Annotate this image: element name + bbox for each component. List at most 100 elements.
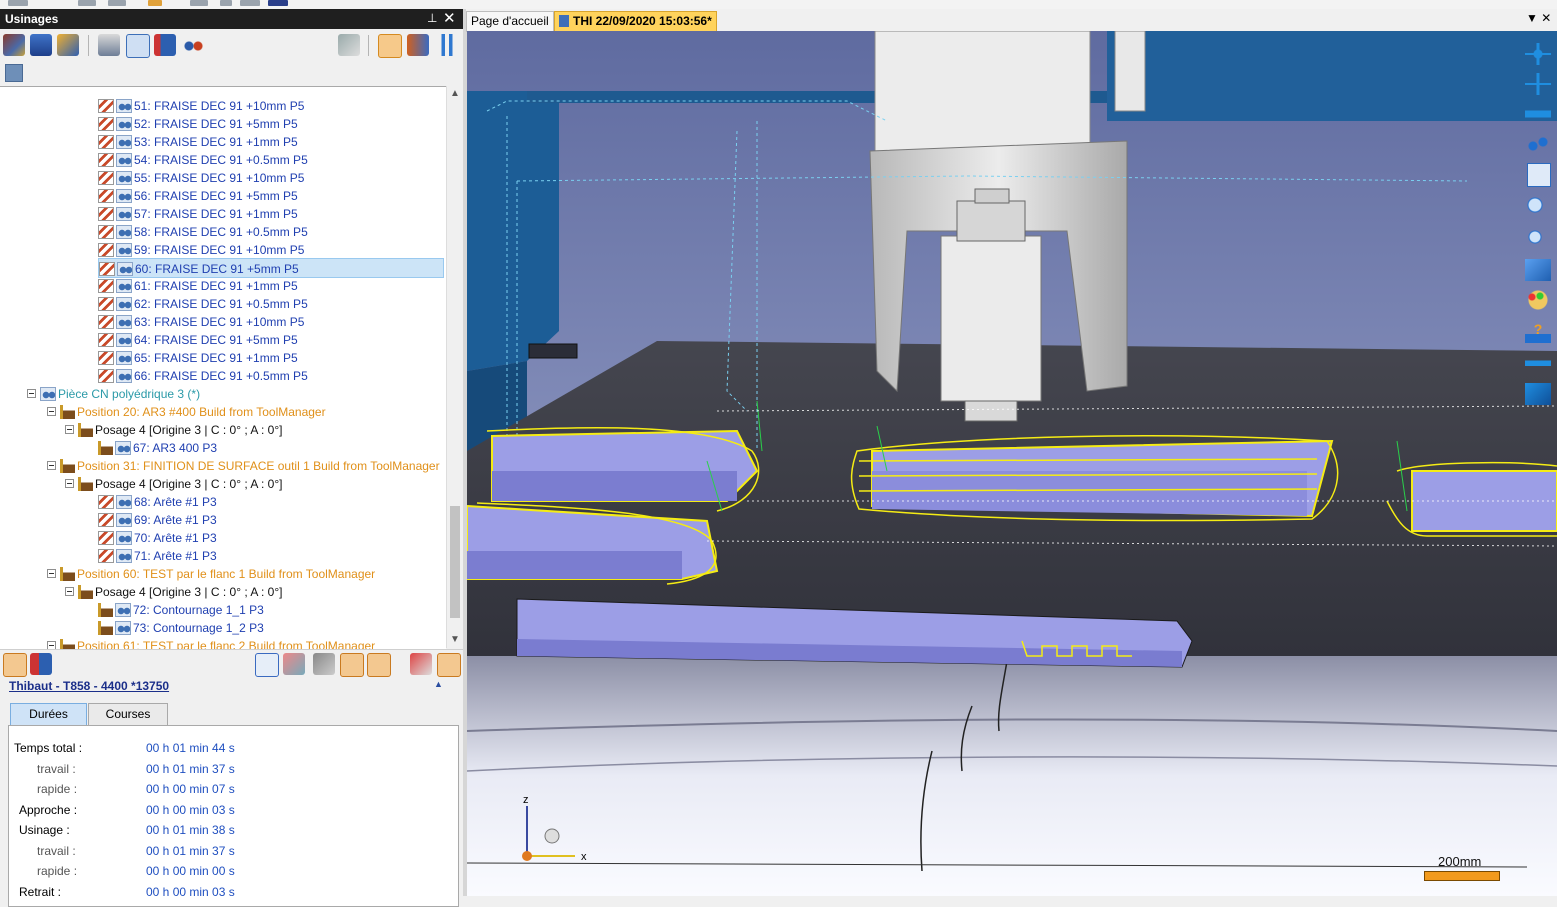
tree-item[interactable]: Position 60: TEST par le flanc 1 Build f… <box>47 564 375 582</box>
tree-item[interactable]: 66: FRAISE DEC 91 +0.5mm P5 <box>98 366 308 384</box>
pin-icon[interactable]: ⊥ <box>427 11 437 25</box>
view-cube-icon[interactable] <box>1525 259 1551 281</box>
list-icon[interactable] <box>154 34 176 56</box>
collapse-toggle-icon[interactable] <box>65 479 74 489</box>
tree-item[interactable]: 67: AR3 400 P3 <box>98 438 217 456</box>
tree-item[interactable]: 64: FRAISE DEC 91 +5mm P5 <box>98 330 298 348</box>
collapse-toggle-icon[interactable] <box>47 407 56 417</box>
operation-icon <box>60 638 75 649</box>
palette-icon[interactable] <box>1525 289 1551 311</box>
rotate-icon[interactable] <box>1525 133 1551 155</box>
machine-link[interactable]: Thibaut - T858 - 4400 *13750 <box>9 679 169 693</box>
measure-icon[interactable] <box>1525 353 1551 375</box>
tree-item[interactable]: 51: FRAISE DEC 91 +10mm P5 <box>98 96 304 114</box>
tab-current-project[interactable]: THI 22/09/2020 15:03:56* <box>554 11 717 31</box>
angle-icon[interactable] <box>367 653 391 677</box>
operation-icon <box>116 296 132 311</box>
scroll-thumb[interactable] <box>450 506 460 618</box>
stat-value: 00 h 00 min 03 s <box>146 803 235 817</box>
tree-icon[interactable] <box>378 34 402 58</box>
zoom-icon[interactable] <box>1525 227 1551 249</box>
stat-value: 00 h 00 min 07 s <box>146 782 235 796</box>
tree-item[interactable]: 56: FRAISE DEC 91 +5mm P5 <box>98 186 298 204</box>
pause-icon[interactable] <box>436 34 458 56</box>
tree-item[interactable]: 59: FRAISE DEC 91 +10mm P5 <box>98 240 304 258</box>
print-icon[interactable] <box>98 34 120 56</box>
collapse-toggle-icon[interactable] <box>65 587 74 597</box>
stat-label: travail : <box>37 844 76 858</box>
view-icon[interactable] <box>182 34 204 56</box>
tab-durees[interactable]: Durées <box>10 703 87 726</box>
tree-item[interactable]: 70: Arête #1 P3 <box>98 528 217 546</box>
collapse-toggle-icon[interactable] <box>27 389 36 399</box>
tree-item[interactable]: Pièce CN polyédrique 3 (*) <box>27 384 200 402</box>
collapse-toggle-icon[interactable] <box>65 425 74 435</box>
refresh-icon[interactable] <box>338 34 360 56</box>
document-icon[interactable] <box>126 34 150 58</box>
tree-item[interactable]: Posage 4 [Origine 3 | C : 0° ; A : 0°] <box>65 474 282 492</box>
stat-label: rapide : <box>37 782 78 796</box>
window-zoom-icon[interactable] <box>1527 163 1551 187</box>
tree-item[interactable]: 72: Contournage 1_1 P3 <box>98 600 264 618</box>
zoom-box-icon[interactable] <box>1525 195 1551 217</box>
tab-courses[interactable]: Courses <box>88 703 168 726</box>
tree-item[interactable]: Position 20: AR3 #400 Build from ToolMan… <box>47 402 326 420</box>
tree-item[interactable]: Posage 4 [Origine 3 | C : 0° ; A : 0°] <box>65 582 282 600</box>
tree-item[interactable]: 58: FRAISE DEC 91 +0.5mm P5 <box>98 222 308 240</box>
stock-icon[interactable] <box>283 653 305 675</box>
collapse-caret-icon[interactable]: ▲ <box>434 679 443 689</box>
path-edit-icon[interactable] <box>340 653 364 677</box>
filter-icon[interactable] <box>5 64 23 82</box>
tree-item[interactable]: 60: FRAISE DEC 91 +5mm P5 <box>98 258 444 278</box>
3d-viewport[interactable]: z x 200mm ? <box>467 31 1557 896</box>
tree-item-label: 62: FRAISE DEC 91 +0.5mm P5 <box>134 296 308 311</box>
tree-item-label: 72: Contournage 1_1 P3 <box>133 602 264 617</box>
collapse-tree-icon[interactable] <box>30 653 52 675</box>
tree-item[interactable]: 62: FRAISE DEC 91 +0.5mm P5 <box>98 294 308 312</box>
tree-item-label: 58: FRAISE DEC 91 +0.5mm P5 <box>134 224 308 239</box>
simulate-icon[interactable] <box>57 34 79 56</box>
collapse-toggle-icon[interactable] <box>47 461 56 471</box>
help-icon[interactable]: ? <box>1525 321 1551 343</box>
align-icon[interactable] <box>1525 103 1551 125</box>
tree-item[interactable]: 63: FRAISE DEC 91 +10mm P5 <box>98 312 304 330</box>
operation-icon <box>116 116 132 131</box>
tree-item-label: 60: FRAISE DEC 91 +5mm P5 <box>135 261 299 276</box>
tree-item[interactable]: 71: Arête #1 P3 <box>98 546 217 564</box>
tree-item-label: 53: FRAISE DEC 91 +1mm P5 <box>134 134 298 149</box>
collapse-toggle-icon[interactable] <box>47 641 56 649</box>
operation-icon <box>115 620 131 635</box>
percent-icon[interactable] <box>255 653 279 677</box>
machine-icon[interactable] <box>3 34 25 56</box>
collapse-toggle-icon[interactable] <box>47 569 56 579</box>
tree-item[interactable]: Position 61: TEST par le flanc 2 Build f… <box>47 636 375 649</box>
flag-icon[interactable] <box>437 653 461 677</box>
arrow-down-icon[interactable] <box>1525 383 1551 405</box>
tree-scrollbar[interactable]: ▲ ▼ <box>446 86 464 648</box>
tree-item[interactable]: Position 31: FINITION DE SURFACE outil 1… <box>47 456 440 474</box>
tree-item[interactable]: 54: FRAISE DEC 91 +0.5mm P5 <box>98 150 308 168</box>
tree-item[interactable]: 55: FRAISE DEC 91 +10mm P5 <box>98 168 304 186</box>
panel-titlebar: Usinages ⊥ ✕ <box>0 9 464 29</box>
tree-item[interactable]: 52: FRAISE DEC 91 +5mm P5 <box>98 114 298 132</box>
close-icon[interactable]: ✕ <box>443 9 456 27</box>
tree-item[interactable]: 57: FRAISE DEC 91 +1mm P5 <box>98 204 298 222</box>
tool-icon[interactable] <box>313 653 335 675</box>
stat-value: 00 h 00 min 00 s <box>146 864 235 878</box>
post-icon[interactable] <box>30 34 52 56</box>
pan-icon[interactable] <box>1525 43 1551 65</box>
tree-item[interactable]: 73: Contournage 1_2 P3 <box>98 618 264 636</box>
tree-item[interactable]: 68: Arête #1 P3 <box>98 492 217 510</box>
operation-icon <box>98 512 114 527</box>
tab-menu-icon[interactable]: ▼ ✕ <box>1526 11 1551 25</box>
toolpath-icon[interactable] <box>407 34 429 56</box>
tree-item[interactable]: 69: Arête #1 P3 <box>98 510 217 528</box>
tree-item[interactable]: 65: FRAISE DEC 91 +1mm P5 <box>98 348 298 366</box>
expand-tree-icon[interactable] <box>3 653 27 677</box>
tree-item[interactable]: Posage 4 [Origine 3 | C : 0° ; A : 0°] <box>65 420 282 438</box>
move-icon[interactable] <box>1525 73 1551 95</box>
link-icon[interactable] <box>410 653 432 675</box>
tab-home[interactable]: Page d'accueil <box>466 11 554 31</box>
tree-item[interactable]: 61: FRAISE DEC 91 +1mm P5 <box>98 276 298 294</box>
tree-item[interactable]: 53: FRAISE DEC 91 +1mm P5 <box>98 132 298 150</box>
